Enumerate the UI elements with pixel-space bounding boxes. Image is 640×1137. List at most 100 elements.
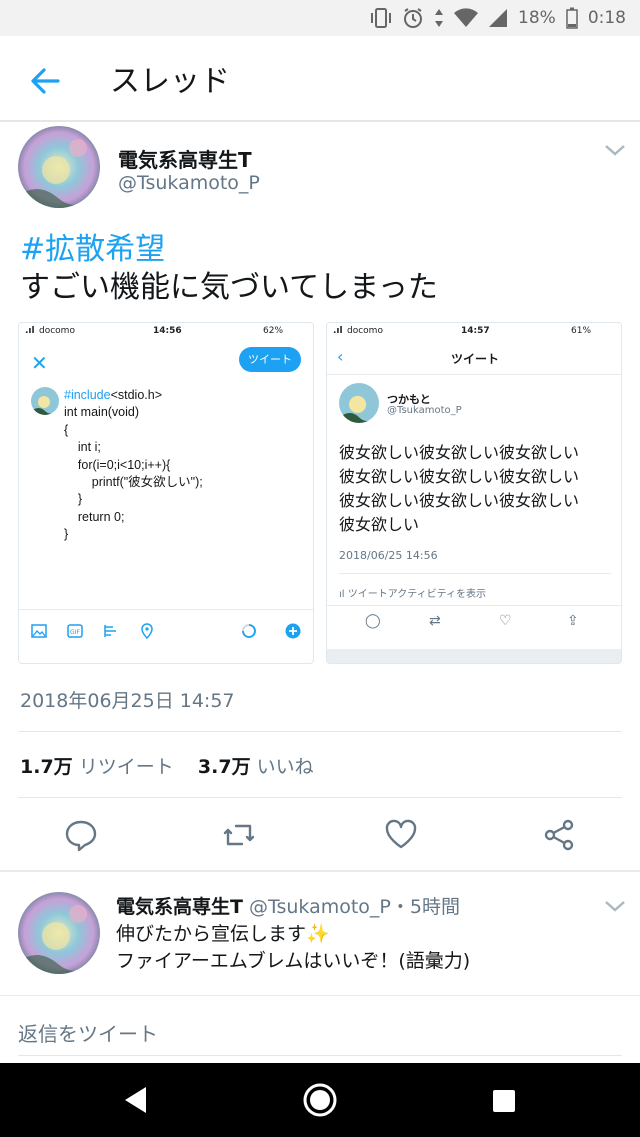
battery-icon — [566, 7, 578, 29]
app-bar: スレッド — [0, 36, 640, 122]
chevron-down-icon[interactable] — [604, 142, 626, 156]
reply-line-1: 伸びたから宣伝します✨ — [116, 919, 330, 946]
alarm-icon — [404, 8, 423, 28]
mini-status-bar: .ıl docomo 14:56 62% — [19, 323, 313, 341]
add-tweet-icon — [285, 623, 301, 639]
thread-separator — [0, 870, 640, 872]
reply-line-1-text: 伸びたから宣伝します — [116, 923, 307, 945]
mini-tweet-body: 彼女欲しい彼女欲しい彼女欲しい 彼女欲しい彼女欲しい彼女欲しい 彼女欲しい彼女欲… — [339, 441, 615, 537]
retweet-count[interactable]: 1.7万 — [20, 756, 73, 778]
attached-image-2[interactable]: .ıl docomo 14:57 61% ‹ ツイート つかもと @Tsukam… — [326, 322, 622, 664]
mini-avatar — [31, 387, 59, 415]
code-block: #include<stdio.h> int main(void) { int i… — [64, 387, 203, 544]
mini-reply-icon: ◯ — [365, 613, 381, 629]
code-line: int main(void) — [64, 405, 140, 420]
sparkle-icon: ✨ — [306, 923, 330, 945]
mini-signal-icon: .ıl — [25, 326, 35, 336]
mini-tweet-detail: .ıl docomo 14:57 61% ‹ ツイート つかもと @Tsukam… — [327, 323, 621, 649]
like-icon[interactable] — [384, 818, 418, 852]
compose-toolbar: GIF — [19, 609, 313, 653]
nav-back-icon[interactable] — [122, 1085, 150, 1119]
data-arrows-icon — [435, 9, 444, 27]
mini-status-bar: .ıl docomo 14:57 61% — [327, 323, 621, 341]
close-icon: ✕ — [31, 351, 48, 375]
divider — [18, 731, 622, 732]
reply-author-name[interactable]: 電気系高専生T — [116, 896, 243, 918]
author-name[interactable]: 電気系高専生T — [118, 144, 252, 173]
divider — [0, 995, 640, 996]
mini-title: ツイート — [450, 352, 499, 366]
gif-icon: GIF — [67, 623, 83, 639]
reply-author-handle[interactable]: @Tsukamoto_P — [249, 896, 391, 918]
back-arrow-icon[interactable] — [28, 64, 62, 98]
mini-like-icon: ♡ — [499, 613, 512, 629]
code-line: } — [64, 527, 69, 542]
vibrate-icon — [371, 8, 392, 28]
wifi-icon — [454, 8, 479, 27]
tweet-action-bar — [0, 818, 640, 858]
mini-body-line: 彼女欲しい — [339, 515, 420, 534]
mini-tweet-button: ツイート — [239, 347, 301, 372]
tweet-stats: 1.7万 リツイート 3.7万 いいね — [20, 752, 314, 779]
reply-avatar[interactable] — [18, 892, 100, 974]
mini-signal-icon: .ıl — [333, 326, 343, 336]
mini-body-line: 彼女欲しい彼女欲しい彼女欲しい — [339, 443, 580, 462]
mini-avatar — [339, 383, 379, 423]
image-icon — [31, 623, 47, 639]
avatar[interactable] — [18, 126, 100, 208]
battery-percent: 18% — [518, 8, 556, 28]
chevron-down-icon[interactable] — [604, 898, 626, 912]
mini-action-bar: ◯ ⇄ ♡ ⇪ — [327, 605, 621, 635]
mini-date: 2018/06/25 14:56 — [339, 549, 438, 562]
mini-activity-label: ツイートアクティビティを表示 — [347, 589, 487, 600]
status-bar: 18% 0:18 — [0, 0, 640, 36]
mini-body-line: 彼女欲しい彼女欲しい彼女欲しい — [339, 491, 580, 510]
mini-carrier: docomo — [347, 326, 383, 336]
mini-author-handle: @Tsukamoto_P — [387, 405, 462, 416]
code-line: } — [64, 492, 83, 507]
retweet-label[interactable]: リツイート — [79, 756, 174, 778]
code-line: return 0; — [64, 509, 125, 524]
attached-image-1[interactable]: .ıl docomo 14:56 62% ✕ ツイート #include<std… — [18, 322, 314, 664]
poll-icon — [103, 623, 119, 639]
tweet-text: すごい機能に気づいてしまった — [20, 270, 438, 305]
divider — [18, 1055, 622, 1056]
progress-ring-icon — [241, 623, 257, 639]
author-handle[interactable]: @Tsukamoto_P — [118, 172, 260, 194]
mini-header: ‹ ツイート — [327, 341, 621, 375]
nav-recents-icon[interactable] — [492, 1089, 516, 1117]
like-count[interactable]: 3.7万 — [198, 756, 251, 778]
signal-icon — [489, 9, 508, 27]
mini-time: 14:57 — [461, 326, 490, 336]
mini-body-line: 彼女欲しい彼女欲しい彼女欲しい — [339, 467, 580, 486]
reply-header: 電気系高専生T @Tsukamoto_P・5時間 — [116, 892, 460, 919]
reply-time: ・5時間 — [390, 896, 460, 918]
system-nav-bar — [0, 1063, 640, 1137]
mini-retweet-icon: ⇄ — [429, 613, 441, 629]
page-title: スレッド — [110, 64, 230, 99]
mini-share-icon: ⇪ — [567, 613, 579, 629]
clock: 0:18 — [587, 8, 626, 28]
share-icon[interactable] — [542, 818, 576, 852]
nav-home-icon[interactable] — [302, 1082, 338, 1122]
reply-icon[interactable] — [64, 818, 98, 852]
tweet-timestamp: 2018年06月25日 14:57 — [20, 690, 235, 712]
code-line: { — [64, 422, 69, 437]
svg-text:GIF: GIF — [70, 629, 80, 636]
mini-battery: 62% — [263, 326, 284, 336]
code-include-rest: <stdio.h> — [110, 388, 163, 402]
mini-activity: ıl ツイートアクティビティを表示 — [339, 573, 611, 600]
mini-battery: 61% — [571, 326, 592, 336]
reply-line-2: ファイアーエムブレムはいいぞ！(語彙力) — [116, 950, 471, 972]
retweet-icon[interactable] — [222, 818, 256, 852]
mini-time: 14:56 — [153, 326, 182, 336]
location-icon — [139, 623, 155, 640]
code-line: printf("彼女欲しい"); — [64, 475, 203, 490]
code-line: int i; — [64, 440, 101, 455]
reply-input[interactable]: 返信をツイート — [18, 1018, 158, 1047]
code-line: for(i=0;i<10;i++){ — [64, 457, 171, 472]
divider — [18, 797, 622, 798]
like-label[interactable]: いいね — [257, 756, 314, 778]
code-include-keyword: #include — [64, 388, 111, 402]
mini-carrier: docomo — [39, 326, 75, 336]
